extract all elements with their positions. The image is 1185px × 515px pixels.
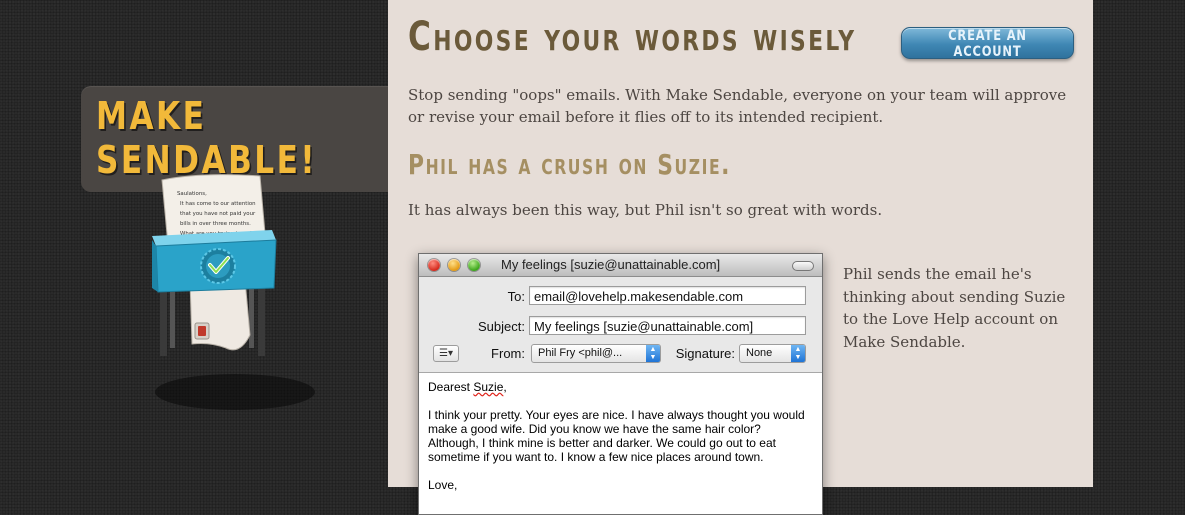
brand-logo[interactable]: Make Sendable! bbox=[96, 94, 317, 182]
create-account-button[interactable]: Create an Account bbox=[901, 27, 1074, 60]
greeting-suffix: , bbox=[503, 380, 507, 394]
message-paragraph: I think your pretty. Your eyes are nice.… bbox=[428, 408, 805, 464]
window-title: My feelings [suzie@unattainable.com] bbox=[501, 257, 721, 272]
paper-line: It has come to our attention bbox=[180, 201, 256, 207]
message-body[interactable]: Dearest Suzie, I think your pretty. Your… bbox=[419, 373, 822, 513]
to-label: To: bbox=[507, 289, 525, 304]
to-field[interactable]: email@lovehelp.makesendable.com bbox=[529, 286, 806, 305]
subject-label: Subject: bbox=[478, 319, 525, 334]
toolbar-toggle-button[interactable] bbox=[792, 261, 814, 271]
signature-select[interactable]: None ▲ ▼ bbox=[739, 344, 806, 363]
minimize-window-button[interactable] bbox=[448, 259, 460, 271]
greeting-prefix: Dearest bbox=[428, 380, 474, 394]
paper-line: that you have not paid your bbox=[180, 211, 256, 217]
select-arrows-icon: ▲ ▼ bbox=[791, 345, 805, 362]
shredder-illustration: Saulations, It has come to our attention… bbox=[152, 174, 315, 410]
mail-headers: To: email@lovehelp.makesendable.com Subj… bbox=[419, 277, 822, 373]
mail-titlebar[interactable]: My feelings [suzie@unattainable.com] bbox=[419, 254, 822, 277]
close-window-button[interactable] bbox=[428, 259, 440, 271]
page-title: Choose your words wisely bbox=[408, 14, 857, 60]
subject-field[interactable]: My feelings [suzie@unattainable.com] bbox=[529, 316, 806, 335]
mail-window: My feelings [suzie@unattainable.com] To:… bbox=[418, 253, 823, 515]
paper-line: bills in over three months. bbox=[180, 221, 251, 227]
brand-logo-line1: Make bbox=[96, 94, 207, 138]
section-title: Phil has a crush on Suzie. bbox=[408, 148, 732, 181]
message-closing: Love, bbox=[428, 478, 458, 492]
content-panel: Choose your words wisely Create an Accou… bbox=[388, 0, 1093, 515]
select-arrows-icon: ▲ ▼ bbox=[646, 345, 660, 362]
from-select-value: Phil Fry <phil@... bbox=[538, 347, 623, 359]
create-account-label: Create an Account bbox=[948, 28, 1027, 60]
paper-line: Saulations, bbox=[177, 191, 207, 197]
list-options-button[interactable]: ☰▾ bbox=[433, 345, 459, 362]
intro-text: Stop sending "oops" emails. With Make Se… bbox=[408, 86, 1067, 126]
signature-label: Signature: bbox=[675, 346, 735, 361]
section-text: It has always been this way, but Phil is… bbox=[408, 201, 883, 219]
misspelled-word: Suzie bbox=[473, 380, 504, 394]
greeting: Dearest Suzie, bbox=[428, 380, 813, 394]
zoom-window-button[interactable] bbox=[468, 259, 480, 271]
side-note: Phil sends the email he's thinking about… bbox=[843, 265, 1066, 351]
signature-select-value: None bbox=[746, 347, 773, 359]
from-label: From: bbox=[491, 346, 525, 361]
from-select[interactable]: Phil Fry <phil@... ▲ ▼ bbox=[531, 344, 661, 363]
